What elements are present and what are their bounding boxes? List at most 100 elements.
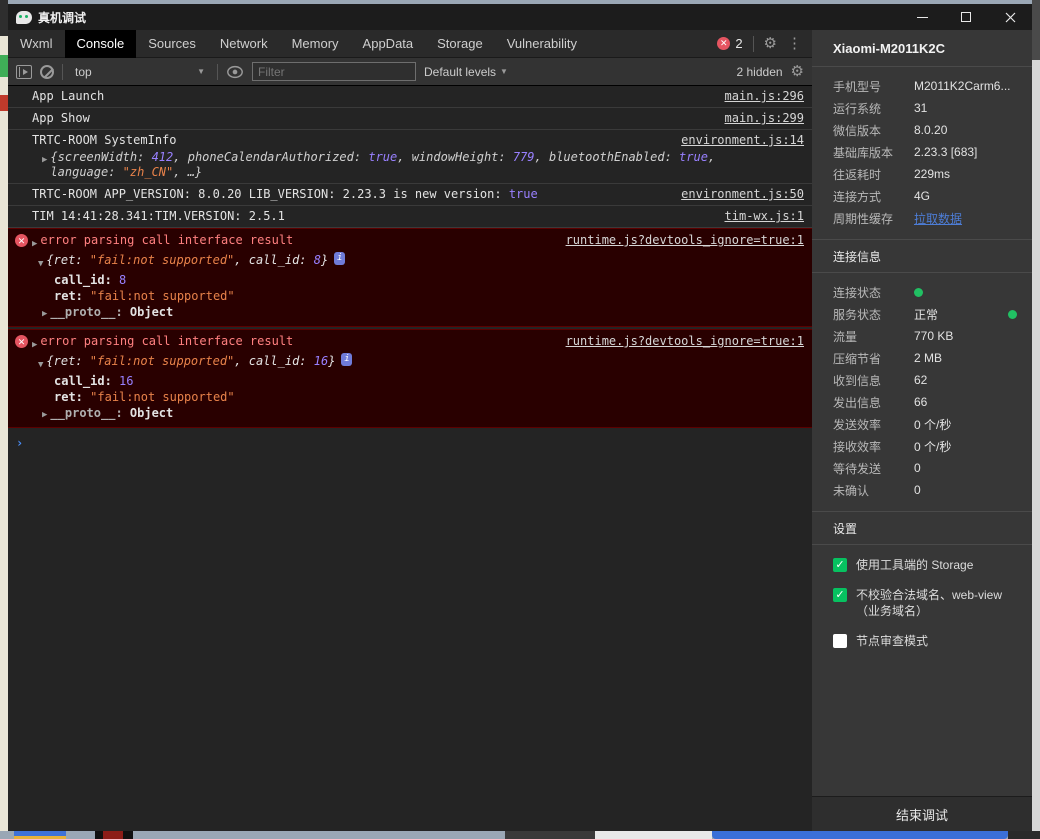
setting-node-inspect-mode[interactable]: 节点审查模式 xyxy=(833,633,1018,649)
console-sidebar-icon[interactable] xyxy=(16,64,32,79)
object-preview[interactable]: {ret: "fail:not supported", call_id: 16} xyxy=(46,353,335,369)
tab-wxml[interactable]: Wxml xyxy=(8,30,65,58)
info-row: 压缩节省 2 MB xyxy=(833,351,943,366)
settings-section-title: 设置 xyxy=(812,511,1032,545)
taskbar-fragment xyxy=(14,831,66,839)
object-property: ret: "fail:not supported" xyxy=(54,289,235,303)
console-row: TRTC-ROOM APP_VERSION: 8.0.20 LIB_VERSIO… xyxy=(8,184,812,206)
info-row: 周期性缓存 拉取数据 xyxy=(833,210,963,227)
info-row: 流量 770 KB xyxy=(833,329,954,344)
clear-console-icon[interactable] xyxy=(40,64,54,79)
setting-label: 使用工具端的 Storage xyxy=(856,558,974,572)
setting-label: 节点审查模式 xyxy=(856,634,929,648)
object-proto[interactable]: ▶ __proto__: Object xyxy=(14,405,804,423)
filter-input[interactable] xyxy=(252,62,416,81)
setting-skip-domain-check[interactable]: ✓ 不校验合法域名、web-view（业务域名） xyxy=(833,587,1018,619)
kebab-menu-icon[interactable]: ⋮ xyxy=(787,36,802,51)
console-prompt-icon: › xyxy=(16,436,24,450)
info-row: 未确认 0 xyxy=(833,483,921,498)
live-expression-eye-icon[interactable] xyxy=(226,65,244,79)
taskbar-fragment xyxy=(1008,831,1040,839)
end-debug-button[interactable]: 结束调试 xyxy=(812,796,1032,831)
connected-status-dot xyxy=(914,287,923,297)
info-row: 服务状态 正常 xyxy=(812,303,1032,325)
info-row: 往返耗时 229ms xyxy=(833,167,951,182)
console-panel: Wxml Console Sources Network Memory AppD… xyxy=(8,29,812,831)
info-row: 收到信息 62 xyxy=(833,373,928,388)
taskbar-fragment xyxy=(505,831,595,839)
minimize-button[interactable] xyxy=(900,4,944,30)
maximize-icon xyxy=(961,12,971,22)
connection-section-title: 连接信息 xyxy=(812,239,1032,273)
expand-arrow-icon[interactable]: ▶ xyxy=(42,410,47,420)
console-toolbar: top ▼ Default levels ▼ 2 hidden ⚙ xyxy=(8,58,812,86)
checkbox-unchecked-icon[interactable] xyxy=(833,634,847,648)
object-property: ret: "fail:not supported" xyxy=(54,390,235,404)
tab-memory[interactable]: Memory xyxy=(280,30,351,58)
context-label: top xyxy=(75,64,92,79)
source-link[interactable]: main.js:299 xyxy=(725,111,804,126)
console-settings-gear-icon[interactable]: ⚙ xyxy=(791,64,804,79)
expand-arrow-icon[interactable]: ▶ xyxy=(42,309,47,319)
console-error-block: ✕ ▶ error parsing call interface result … xyxy=(8,228,812,327)
source-link[interactable]: main.js:296 xyxy=(725,89,804,104)
setting-storage[interactable]: ✓ 使用工具端的 Storage xyxy=(833,557,1018,573)
expand-arrow-icon[interactable]: ▶ xyxy=(42,153,47,180)
divider xyxy=(752,35,754,52)
object-preview[interactable]: {ret: "fail:not supported", call_id: 8} xyxy=(46,252,328,268)
info-row: 手机型号 M2011K2Carm6... xyxy=(833,79,1011,94)
title-bar: 真机调试 xyxy=(8,4,1032,30)
source-link[interactable]: tim-wx.js:1 xyxy=(725,209,804,224)
tab-sources[interactable]: Sources xyxy=(136,30,208,58)
chevron-down-icon: ▼ xyxy=(500,67,508,76)
device-info-section: 手机型号 M2011K2Carm6... 运行系统 31 微信版本 8.0.20… xyxy=(812,67,1032,239)
settings-section: ✓ 使用工具端的 Storage ✓ 不校验合法域名、web-view（业务域名… xyxy=(812,545,1032,663)
info-row: 接收效率 0 个/秒 xyxy=(833,439,952,454)
divider xyxy=(62,63,63,80)
tab-appdata[interactable]: AppData xyxy=(351,30,426,58)
error-count-badge[interactable]: ✕ 2 xyxy=(717,36,743,51)
source-link[interactable]: runtime.js?devtools_ignore=true:1 xyxy=(566,333,804,349)
tab-network[interactable]: Network xyxy=(208,30,280,58)
console-input-row[interactable]: › xyxy=(8,430,812,456)
tab-storage[interactable]: Storage xyxy=(425,30,495,58)
maximize-button[interactable] xyxy=(944,4,988,30)
info-badge-icon[interactable]: i xyxy=(334,252,346,265)
log-text: App Show xyxy=(32,111,90,125)
collapse-arrow-icon[interactable]: ▼ xyxy=(38,256,43,272)
error-count: 2 xyxy=(735,36,743,51)
source-link[interactable]: environment.js:14 xyxy=(681,133,804,148)
tab-vulnerability[interactable]: Vulnerability xyxy=(495,30,589,58)
settings-gear-icon[interactable]: ⚙ xyxy=(764,36,777,51)
console-row: TRTC-ROOM SystemInfo environment.js:14 ▶… xyxy=(8,130,812,184)
checkbox-checked-icon[interactable]: ✓ xyxy=(833,588,847,602)
collapse-arrow-icon[interactable]: ▼ xyxy=(38,357,43,373)
console-messages: App Launch main.js:296 App Show main.js:… xyxy=(8,86,812,831)
source-link[interactable]: environment.js:50 xyxy=(681,187,804,202)
object-preview[interactable]: {screenWidth: 412, phoneCalendarAuthoriz… xyxy=(50,150,732,180)
desktop-left-sliver-dark xyxy=(0,0,8,36)
console-row: App Show main.js:299 xyxy=(8,108,812,130)
checkbox-checked-icon[interactable]: ✓ xyxy=(833,558,847,572)
log-levels-label: Default levels xyxy=(424,64,497,79)
minimize-icon xyxy=(916,16,928,18)
devtools-tab-bar: Wxml Console Sources Network Memory AppD… xyxy=(8,29,812,58)
info-row: 基础库版本 2.23.3 [683] xyxy=(833,145,978,160)
error-text: error parsing call interface result xyxy=(40,334,294,348)
expand-arrow-icon[interactable]: ▶ xyxy=(32,337,37,353)
log-text: TRTC-ROOM APP_VERSION: 8.0.20 LIB_VERSIO… xyxy=(32,187,538,201)
log-levels-dropdown[interactable]: Default levels ▼ xyxy=(424,65,508,79)
connection-info-section: 连接状态 服务状态 正常 流量 770 KB 压缩节省 2 MB 收到信息 62… xyxy=(812,273,1032,511)
source-link[interactable]: runtime.js?devtools_ignore=true:1 xyxy=(566,232,804,248)
object-property: call_id: 16 xyxy=(54,374,134,388)
expand-arrow-icon[interactable]: ▶ xyxy=(32,236,37,252)
object-proto[interactable]: ▶ __proto__: Object xyxy=(14,304,804,322)
taskbar-fragment xyxy=(595,831,712,839)
close-button[interactable] xyxy=(988,4,1032,30)
context-selector[interactable]: top ▼ xyxy=(71,63,209,81)
info-badge-icon[interactable]: i xyxy=(341,353,353,366)
object-property: call_id: 8 xyxy=(54,273,127,287)
pull-data-link[interactable]: 拉取数据 xyxy=(914,210,962,227)
tab-console[interactable]: Console xyxy=(64,29,137,58)
console-row: App Launch main.js:296 xyxy=(8,86,812,108)
